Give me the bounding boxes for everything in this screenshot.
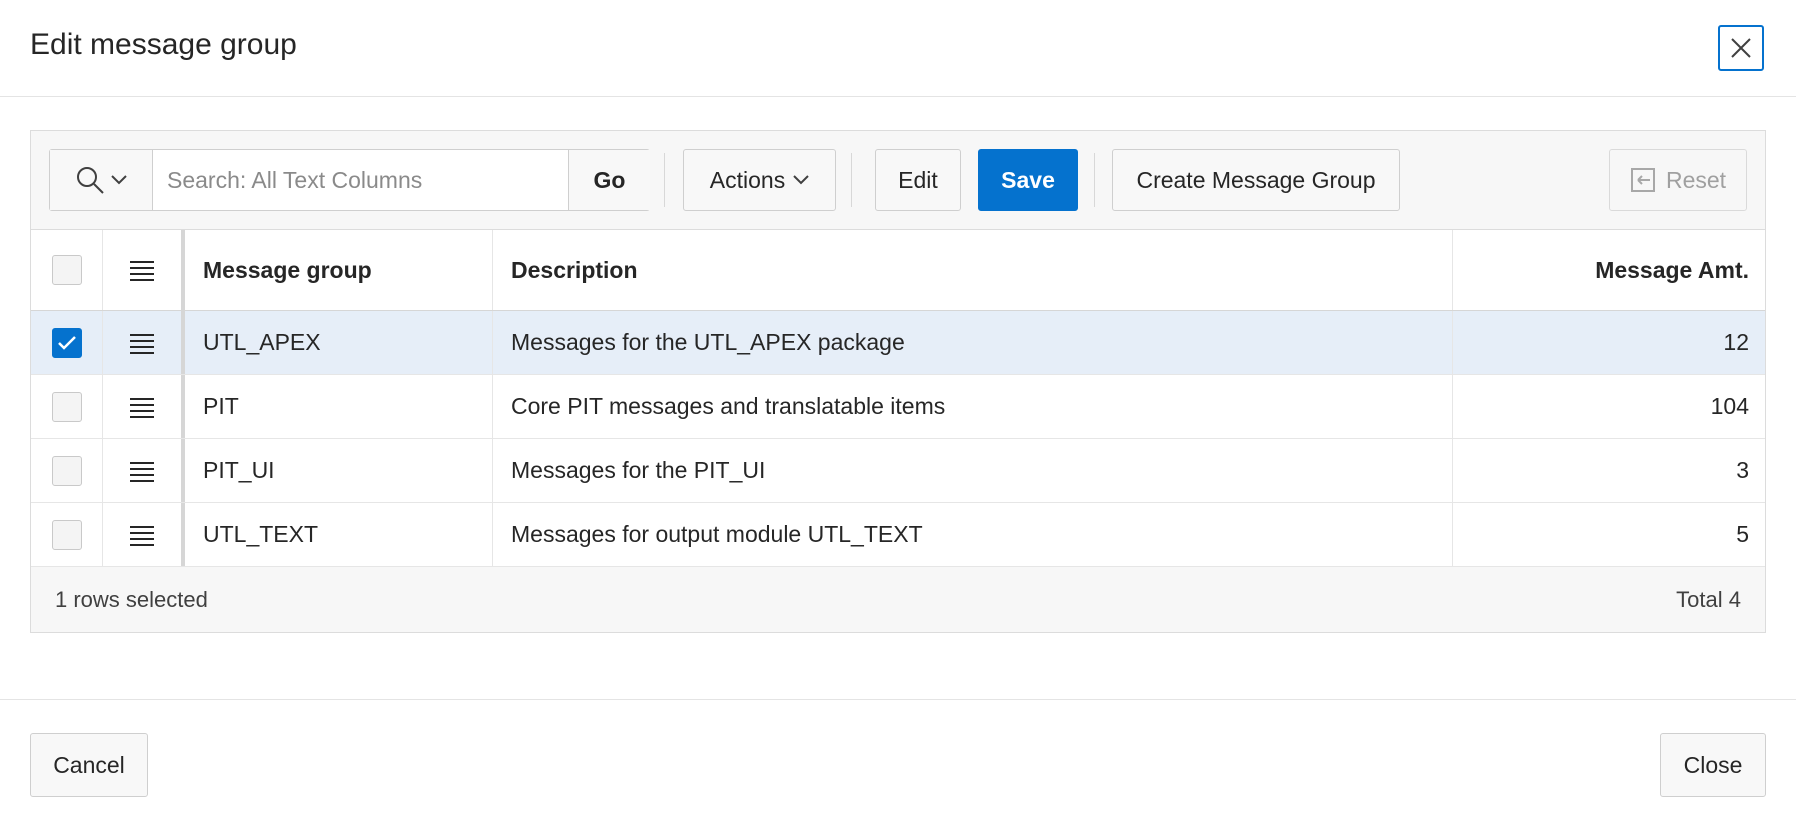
message-group-cell[interactable]: UTL_APEX	[185, 311, 493, 374]
dialog-close-button[interactable]	[1718, 25, 1764, 71]
toolbar-divider	[851, 153, 852, 207]
search-icon	[77, 167, 104, 194]
reset-label: Reset	[1665, 166, 1727, 193]
row-actions-cell[interactable]	[103, 439, 185, 502]
message-amt-cell[interactable]: 104	[1453, 375, 1765, 438]
row-actions-cell[interactable]	[103, 311, 185, 374]
row-select-checkbox[interactable]	[51, 519, 82, 550]
cancel-button[interactable]: Cancel	[30, 733, 148, 797]
hamburger-icon	[130, 397, 154, 418]
row-select-checkbox[interactable]	[51, 455, 82, 486]
hamburger-icon	[130, 461, 154, 482]
search-column-menu[interactable]	[50, 150, 153, 210]
row-select-cell	[31, 439, 103, 502]
message-amt-cell[interactable]: 12	[1453, 311, 1765, 374]
table-row[interactable]: PIT Core PIT messages and translatable i…	[31, 375, 1765, 439]
dialog-footer: Cancel Close	[0, 699, 1796, 826]
description-cell[interactable]: Messages for output module UTL_TEXT	[493, 503, 1453, 566]
close-icon	[1731, 38, 1751, 58]
description-cell[interactable]: Messages for the PIT_UI	[493, 439, 1453, 502]
table-row[interactable]: UTL_TEXT Messages for output module UTL_…	[31, 503, 1765, 567]
chevron-down-icon	[793, 175, 809, 185]
grid-toolbar: Go Actions Edit Save Create Message Grou…	[31, 131, 1765, 229]
search-group: Go	[49, 149, 650, 211]
go-button[interactable]: Go	[568, 150, 650, 210]
close-button[interactable]: Close	[1660, 733, 1766, 797]
select-all-cell	[31, 230, 103, 310]
row-select-checkbox[interactable]	[51, 327, 82, 358]
total-count: Total 4	[1676, 587, 1741, 612]
selection-count: 1 rows selected	[55, 587, 208, 612]
row-select-cell	[31, 375, 103, 438]
dialog-header: Edit message group	[0, 0, 1796, 97]
select-all-checkbox[interactable]	[51, 255, 82, 285]
reset-button[interactable]: Reset	[1609, 149, 1747, 211]
chevron-down-icon	[111, 175, 127, 185]
message-amt-cell[interactable]: 5	[1453, 503, 1765, 566]
toolbar-divider	[664, 153, 665, 207]
column-header-description[interactable]: Description	[493, 230, 1453, 310]
interactive-grid-region: Go Actions Edit Save Create Message Grou…	[30, 130, 1766, 633]
row-actions-header	[103, 230, 185, 310]
message-group-grid: Message group Description Message Amt. U…	[31, 229, 1765, 567]
message-group-cell[interactable]: PIT	[185, 375, 493, 438]
grid-header-row: Message group Description Message Amt.	[31, 230, 1765, 311]
dialog-title: Edit message group	[30, 28, 297, 61]
actions-menu-button[interactable]: Actions	[683, 149, 836, 211]
actions-label: Actions	[709, 166, 786, 193]
checkmark-icon	[57, 335, 76, 350]
table-row[interactable]: UTL_APEX Messages for the UTL_APEX packa…	[31, 311, 1765, 375]
edit-button[interactable]: Edit	[875, 149, 961, 211]
reset-icon	[1630, 168, 1655, 192]
hamburger-icon	[130, 333, 154, 354]
column-header-message-group[interactable]: Message group	[185, 230, 493, 310]
hamburger-icon	[130, 525, 154, 546]
description-cell[interactable]: Messages for the UTL_APEX package	[493, 311, 1453, 374]
grid-footer: 1 rows selected Total 4	[31, 567, 1765, 632]
save-button[interactable]: Save	[978, 149, 1078, 211]
message-group-cell[interactable]: UTL_TEXT	[185, 503, 493, 566]
row-select-checkbox[interactable]	[51, 391, 82, 422]
row-actions-cell[interactable]	[103, 375, 185, 438]
toolbar-divider	[1094, 153, 1095, 207]
table-row[interactable]: PIT_UI Messages for the PIT_UI 3	[31, 439, 1765, 503]
description-cell[interactable]: Core PIT messages and translatable items	[493, 375, 1453, 438]
message-amt-cell[interactable]: 3	[1453, 439, 1765, 502]
row-select-cell	[31, 503, 103, 566]
row-select-cell	[31, 311, 103, 374]
create-message-group-button[interactable]: Create Message Group	[1112, 149, 1400, 211]
row-actions-cell[interactable]	[103, 503, 185, 566]
search-input[interactable]	[153, 150, 568, 210]
hamburger-icon	[130, 261, 154, 281]
column-header-message-amt[interactable]: Message Amt.	[1453, 230, 1765, 310]
message-group-cell[interactable]: PIT_UI	[185, 439, 493, 502]
